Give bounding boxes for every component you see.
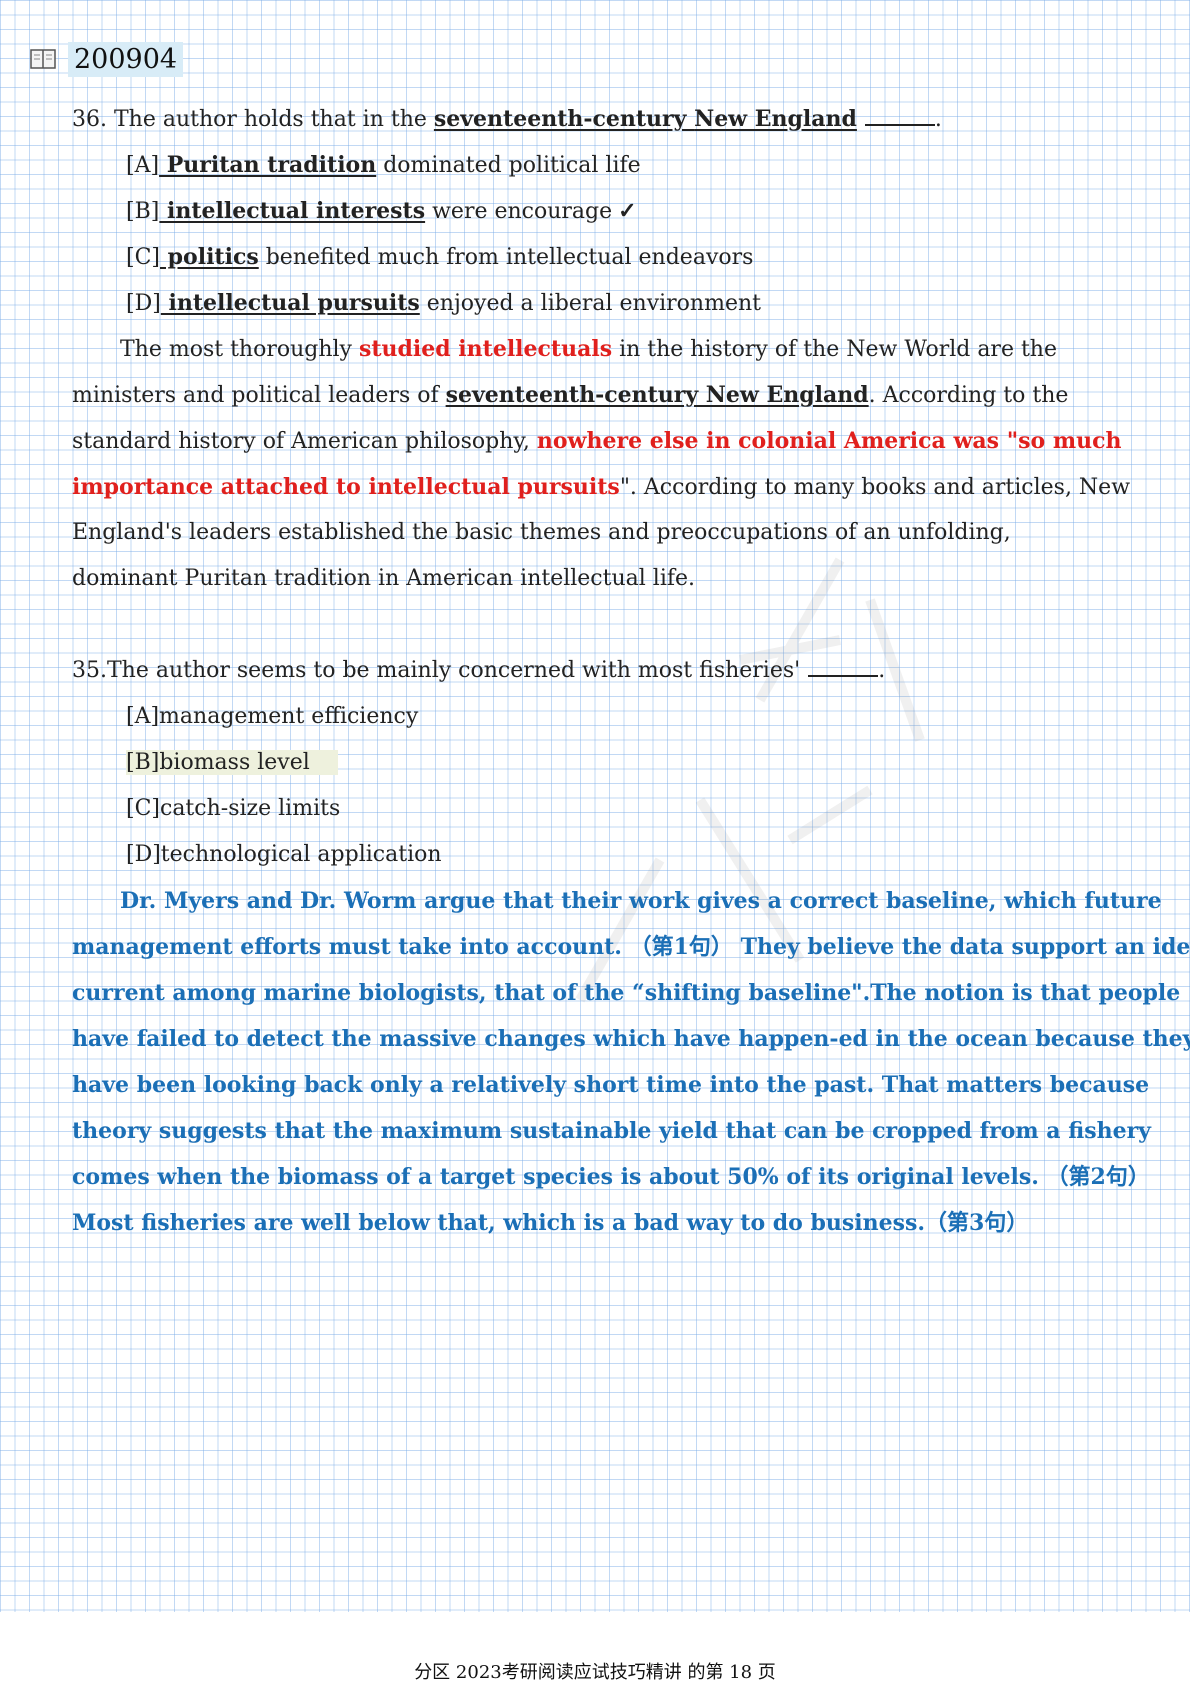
passage-36-line-2: ministers and political leaders of seven…: [72, 382, 1069, 408]
passage-35-line-5: have been looking back only a relatively…: [72, 1072, 1150, 1098]
question-36-option-a: [A] Puritan tradition dominated politica…: [126, 152, 641, 178]
answer-blank: [808, 657, 879, 677]
question-36-option-d: [D] intellectual pursuits enjoyed a libe…: [126, 290, 761, 316]
passage-36-line-1: The most thoroughly studied intellectual…: [120, 336, 1057, 362]
passage-35-line-2: management efforts must take into accoun…: [72, 934, 1190, 960]
passage-35-line-6: theory suggests that the maximum sustain…: [72, 1118, 1151, 1144]
highlighted-answer: [B]biomass level: [126, 750, 338, 775]
passage-35-line-1: Dr. Myers and Dr. Worm argue that their …: [120, 888, 1162, 914]
watermark-image: [575, 557, 925, 1003]
page-footer: 分区 2023考研阅读应试技巧精讲 的第 18 页: [414, 1662, 776, 1683]
passage-35-line-7: comes when the biomass of a target speci…: [72, 1164, 1150, 1190]
exam-code: 200904: [68, 41, 184, 77]
passage-35-line-4: have failed to detect the massive change…: [72, 1026, 1190, 1052]
passage-36-line-5: England's leaders established the basic …: [72, 520, 1011, 545]
question-35-option-c: [C]catch-size limits: [126, 796, 341, 821]
question-36-stem: 36. The author holds that in the sevente…: [72, 106, 942, 132]
question-35-option-d: [D]technological application: [126, 842, 442, 867]
checkmark-icon: ✓: [618, 198, 637, 224]
question-35-stem: 35.The author seems to be mainly concern…: [72, 657, 886, 683]
passage-36-line-6: dominant Puritan tradition in American i…: [72, 566, 696, 591]
question-35-option-a: [A]management efficiency: [126, 704, 419, 729]
passage-36-line-4: importance attached to intellectual purs…: [72, 474, 1131, 500]
section-header: 200904: [30, 38, 184, 80]
book-icon: [30, 49, 56, 69]
question-35-option-b: [B]biomass level: [126, 748, 338, 778]
passage-35-line-3: current among marine biologists, that of…: [72, 980, 1181, 1006]
passage-36-line-3: standard history of American philosophy,…: [72, 428, 1122, 454]
question-36-option-c: [C] politics benefited much from intelle…: [126, 244, 754, 270]
answer-blank: [864, 106, 935, 126]
question-36-option-b: [B] intellectual interests were encourag…: [126, 198, 637, 224]
passage-35-line-8: Most fisheries are well below that, whic…: [72, 1210, 1029, 1236]
